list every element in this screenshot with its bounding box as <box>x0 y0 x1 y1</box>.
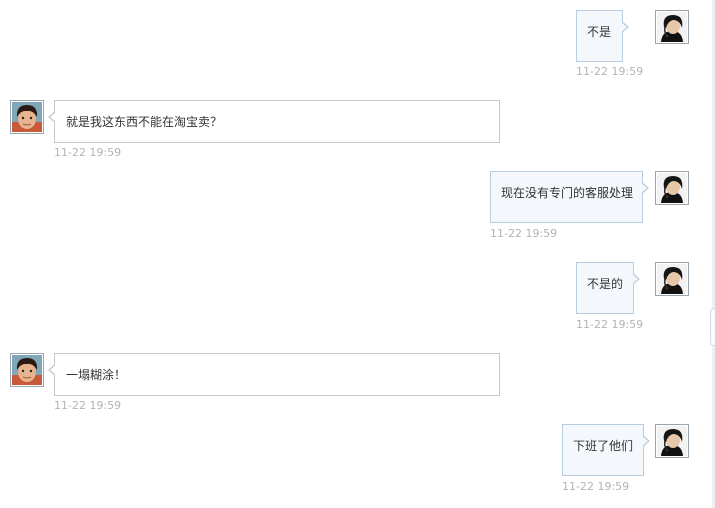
message-timestamp: 11-22 19:59 <box>490 227 558 240</box>
customer-avatar-icon[interactable] <box>10 100 44 134</box>
agent-avatar-icon[interactable] <box>655 424 689 458</box>
agent-avatar-icon[interactable] <box>655 171 689 205</box>
message-text: 现在没有专门的客服处理 <box>501 186 634 200</box>
message-timestamp: 11-22 19:59 <box>54 399 122 412</box>
message-timestamp: 11-22 19:59 <box>562 480 630 493</box>
message-timestamp: 11-22 19:59 <box>576 318 644 331</box>
message-bubble: 下班了他们 <box>562 424 650 476</box>
message-bubble: 就是我这东西不能在淘宝卖？ <box>48 100 500 143</box>
message-text: 下班了他们 <box>573 439 634 453</box>
message-bubble: 一塌糊涂！ <box>48 353 500 396</box>
message-timestamp: 11-22 19:59 <box>54 146 122 159</box>
message-text: 不是 <box>587 25 612 39</box>
message-bubble: 不是的 <box>576 262 640 314</box>
scrollbar-handle[interactable] <box>710 308 715 346</box>
agent-avatar-icon[interactable] <box>655 262 689 296</box>
message-bubble: 不是 <box>576 10 629 62</box>
message-text: 不是的 <box>587 277 624 291</box>
message-text: 就是我这东西不能在淘宝卖？ <box>66 115 223 129</box>
agent-avatar-icon[interactable] <box>655 10 689 44</box>
message-bubble: 现在没有专门的客服处理 <box>490 171 649 223</box>
message-timestamp: 11-22 19:59 <box>576 65 644 78</box>
message-text: 一塌糊涂！ <box>66 368 127 382</box>
customer-avatar-icon[interactable] <box>10 353 44 387</box>
